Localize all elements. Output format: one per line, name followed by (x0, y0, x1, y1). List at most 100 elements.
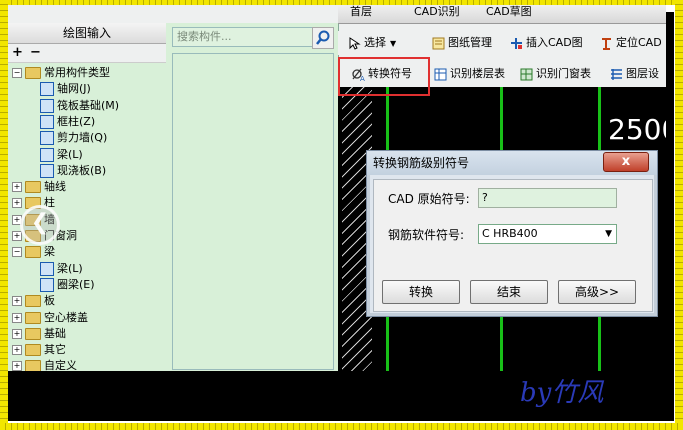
folder-icon (25, 295, 41, 308)
folder-icon (25, 360, 41, 371)
tree-item[interactable]: + 自定义 (12, 358, 77, 371)
folder-icon (25, 344, 41, 357)
dimension-label: 2500 (608, 113, 666, 146)
insert-cad-label: 插入CAD图 (526, 36, 583, 49)
author-watermark: by竹风 (520, 378, 604, 408)
dialog-title-bar: 转换钢筋级别符号 x (367, 151, 657, 175)
identify-floor-table-label: 识别楼层表 (450, 67, 505, 80)
finish-button[interactable]: 结束 (470, 280, 548, 304)
component-list[interactable] (172, 53, 334, 370)
ring-beam-icon (40, 277, 54, 292)
expand-icon[interactable]: + (12, 198, 22, 209)
tree-item[interactable]: + 轴线 (12, 179, 66, 195)
tree-item[interactable]: + 基础 (12, 326, 66, 342)
collapse-icon[interactable]: − (12, 247, 22, 258)
locate-icon (602, 37, 611, 50)
tree-item-label: 梁(L) (57, 261, 83, 275)
tree-item-label: 圈梁(E) (57, 277, 95, 291)
tab-floor[interactable]: 首层 (350, 5, 372, 22)
tab-cad-sketch[interactable]: CAD草图 (486, 5, 532, 22)
layer-setting-button[interactable]: 图层设 (610, 64, 659, 84)
tree-item[interactable]: 筏板基础(M) (40, 98, 119, 114)
component-list-panel: 搜索构件... (166, 23, 339, 371)
steel-symbol-select[interactable]: C HRB400 ▼ (478, 224, 617, 244)
tree-item[interactable]: 轴网(J) (40, 81, 91, 97)
drop-shadow-right (666, 12, 674, 421)
door-window-icon (520, 68, 533, 80)
tree-item-label: 梁 (44, 245, 55, 259)
expand-icon[interactable]: + (12, 328, 22, 339)
expand-icon[interactable]: + (12, 361, 22, 371)
frame-border-bottom (0, 423, 683, 430)
cad-symbol-field[interactable]: ? (478, 188, 617, 208)
expand-icon[interactable]: + (12, 345, 22, 356)
tree-item[interactable]: + 空心楼盖 (12, 310, 88, 326)
expand-icon[interactable]: + (12, 182, 22, 193)
locate-cad-button[interactable]: 定位CAD (600, 33, 662, 53)
tree-toolbar: + − (8, 44, 166, 63)
tree-item-label: 轴线 (44, 180, 66, 194)
module-tab-strip: 首层 CAD识别 CAD草图 (338, 5, 666, 24)
grid-icon (40, 82, 54, 97)
cursor-icon (349, 36, 361, 50)
tree-item-label: 剪力墙(Q) (57, 131, 108, 145)
tree-item-label: 现浇板(B) (57, 163, 107, 177)
steel-symbol-value: C HRB400 (482, 227, 538, 240)
tree-item[interactable]: − 梁 (12, 244, 55, 260)
tree-item[interactable]: 梁(L) (40, 261, 83, 277)
expand-icon[interactable]: + (12, 296, 22, 307)
chevron-down-icon: ▼ (390, 39, 397, 48)
wall-icon (40, 131, 54, 146)
convert-button[interactable]: 转换 (382, 280, 460, 304)
tree-item-label: 基础 (44, 326, 66, 340)
advanced-button[interactable]: 高级>> (558, 280, 636, 304)
drawing-management-button[interactable]: 图纸管理 (432, 33, 492, 53)
folder-icon (25, 311, 41, 324)
collapse-icon[interactable]: − (12, 68, 22, 78)
tree-item[interactable]: 现浇板(B) (40, 163, 106, 179)
back-arrow-icon[interactable]: ❮ (20, 205, 60, 245)
tree-item[interactable]: 圈梁(E) (40, 277, 95, 293)
dialog-body: CAD 原始符号: ? 钢筋软件符号: C HRB400 ▼ 转换 结束 高级>… (373, 179, 653, 312)
tree-item-label: 框柱(Z) (57, 114, 96, 128)
beam-icon (40, 261, 54, 276)
search-button[interactable] (312, 27, 334, 49)
column-icon (40, 114, 54, 129)
close-button[interactable]: x (603, 152, 649, 172)
tree-item[interactable]: + 板 (12, 293, 55, 309)
insert-cad-icon (511, 37, 522, 49)
search-input[interactable]: 搜索构件... (172, 27, 314, 47)
frame-border-left (0, 0, 8, 430)
beam-icon (40, 147, 54, 162)
raft-icon (40, 98, 54, 113)
chevron-down-icon: ▼ (605, 229, 612, 239)
dialog-title: 转换钢筋级别符号 (373, 156, 470, 170)
collapse-all-icon[interactable]: − (30, 45, 41, 60)
identify-door-window-table-button[interactable]: 识别门窗表 (520, 64, 591, 84)
tree-item-label: 空心楼盖 (44, 310, 88, 324)
expand-icon[interactable]: + (12, 312, 22, 323)
tree-item-label: 自定义 (44, 359, 77, 371)
tree-item-label: 梁(L) (57, 147, 83, 161)
screenshot-frame: 绘图输入 + − − 常用构件类型 轴网(J) 筏板基础(M) 框柱(Z) 剪力墙(Q) 梁… (0, 0, 683, 430)
folder-icon (25, 67, 41, 79)
identify-floor-table-button[interactable]: 识别楼层表 (434, 64, 505, 84)
tree-item[interactable]: 剪力墙(Q) (40, 130, 107, 146)
tree-item-label: 板 (44, 294, 55, 308)
drawing-icon (432, 37, 445, 49)
insert-cad-button[interactable]: 插入CAD图 (510, 33, 583, 53)
tab-cad-identify[interactable]: CAD识别 (414, 5, 460, 22)
tree-item[interactable]: − 常用构件类型 (12, 65, 110, 81)
frame-border-right (675, 0, 683, 430)
folder-icon (25, 181, 41, 194)
locate-cad-label: 定位CAD (616, 36, 662, 49)
tree-item-label: 筏板基础(M) (57, 98, 120, 112)
highlight-box (338, 57, 430, 96)
tree-item[interactable]: 梁(L) (40, 147, 83, 163)
tree-panel-title: 绘图输入 (8, 23, 166, 44)
layer-icon (611, 68, 622, 80)
expand-all-icon[interactable]: + (12, 45, 23, 60)
tree-item[interactable]: 框柱(Z) (40, 114, 95, 130)
tree-item[interactable]: + 其它 (12, 342, 66, 358)
select-button[interactable]: 选择 ▼ (348, 33, 396, 53)
